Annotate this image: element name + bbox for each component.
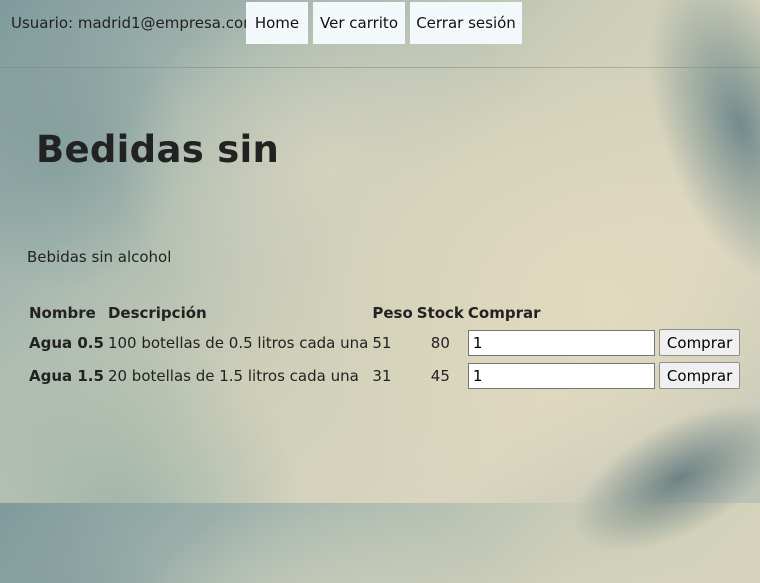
- table-row: Agua 1.5 20 botellas de 1.5 litros cada …: [27, 359, 742, 392]
- product-weight: 51: [372, 333, 392, 352]
- product-name: Agua 1.5: [29, 366, 104, 385]
- category-description: Bebidas sin alcohol: [27, 248, 172, 266]
- user-label: Usuario: madrid1@empresa.com: [11, 14, 258, 32]
- product-description: 100 botellas de 0.5 litros cada una: [107, 333, 369, 352]
- buy-cell: Comprar: [466, 359, 742, 392]
- product-stock: 45: [430, 366, 450, 385]
- column-header-weight: Peso: [372, 304, 413, 322]
- logout-button[interactable]: Cerrar sesión: [410, 2, 522, 44]
- home-button[interactable]: Home: [246, 2, 308, 44]
- buy-cell: Comprar: [466, 326, 742, 359]
- background-swoosh: [548, 373, 760, 583]
- buy-button[interactable]: Comprar: [658, 329, 741, 356]
- top-navbar: Usuario: madrid1@empresa.com Home Ver ca…: [0, 0, 760, 68]
- table-header-row: Nombre Descripción Peso Stock Comprar: [27, 302, 742, 326]
- quantity-input[interactable]: [467, 362, 655, 389]
- view-cart-button[interactable]: Ver carrito: [313, 2, 405, 44]
- page-title: Bedidas sin: [36, 128, 280, 171]
- buy-button[interactable]: Comprar: [658, 362, 741, 389]
- products-table: Nombre Descripción Peso Stock Comprar Ag…: [27, 302, 742, 392]
- column-header-name: Nombre: [29, 304, 96, 322]
- column-header-description: Descripción: [107, 304, 207, 322]
- quantity-input[interactable]: [467, 329, 655, 356]
- product-stock: 80: [430, 333, 450, 352]
- table-row: Agua 0.5 100 botellas de 0.5 litros cada…: [27, 326, 742, 359]
- column-header-stock: Stock: [416, 304, 464, 322]
- product-description: 20 botellas de 1.5 litros cada una: [107, 366, 359, 385]
- product-weight: 31: [372, 366, 392, 385]
- column-header-buy: Comprar: [467, 304, 541, 322]
- product-name: Agua 0.5: [29, 333, 104, 352]
